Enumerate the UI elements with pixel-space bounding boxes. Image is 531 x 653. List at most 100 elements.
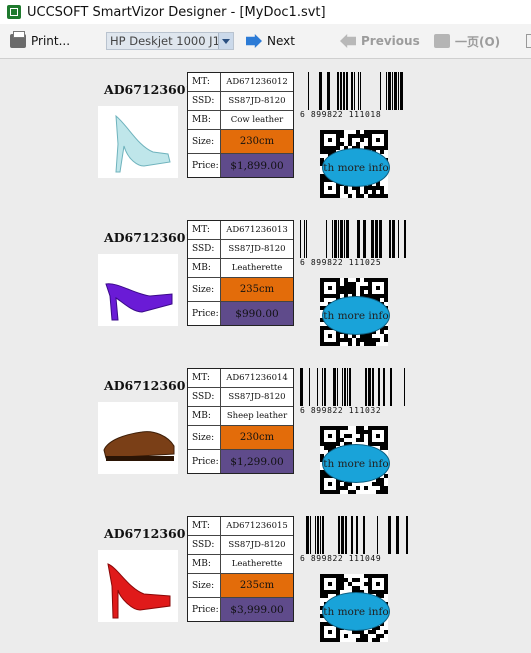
qr-module: [368, 574, 372, 578]
label-card[interactable]: AD671236014 MT: AD671236014 SSD: SS87JD-81…: [96, 362, 516, 502]
qr-module: [336, 186, 340, 190]
qr-module: [368, 426, 372, 430]
qr-module: [384, 142, 388, 146]
qr-module: [380, 486, 384, 490]
qr-module: [380, 634, 384, 638]
qr-module: [324, 574, 328, 578]
qr-info-bubble: th more info: [322, 444, 390, 483]
size-key: Size:: [188, 278, 221, 301]
qr-module: [320, 150, 324, 154]
qr-module: [384, 582, 388, 586]
qr-module: [368, 342, 372, 346]
qr-module: [372, 278, 376, 282]
qr-module: [324, 194, 328, 198]
size-value: 230cm: [221, 130, 293, 153]
printer-icon: [10, 31, 26, 48]
qr-module: [328, 186, 332, 190]
qr-module: [368, 630, 372, 634]
qr-module: [336, 490, 340, 494]
qr-module: [320, 626, 324, 630]
product-photo: [98, 402, 178, 474]
qr-module: [320, 286, 324, 290]
ssd-value: SS87JD-8120: [228, 244, 286, 254]
printer-select[interactable]: HP Deskjet 1000 J1: [106, 32, 234, 50]
previous-arrow-icon: [340, 34, 356, 48]
qr-module: [336, 134, 340, 138]
qr-module: [324, 446, 328, 450]
qr-module: [336, 486, 340, 490]
qr-module: [324, 294, 328, 298]
qr-module: [380, 442, 384, 446]
qr-module: [336, 578, 340, 582]
qr-module: [384, 146, 388, 150]
qr-module: [320, 430, 324, 434]
window-title: UCCSOFT SmartVizor Designer - [MyDoc1.sv…: [27, 4, 326, 20]
qr-module: [384, 334, 388, 338]
ssd-key: SSD:: [188, 536, 221, 554]
qr-module: [372, 130, 376, 134]
chevron-down-icon[interactable]: [218, 33, 233, 49]
qr-module: [356, 134, 360, 138]
qr-module: [376, 338, 380, 342]
price-key: Price:: [188, 450, 221, 473]
qr-module: [336, 142, 340, 146]
qr-module: [328, 194, 332, 198]
qr-module: [356, 278, 360, 282]
qr-module: [336, 290, 340, 294]
previous-button[interactable]: Previous: [340, 32, 420, 50]
price-value: $1,299.00: [221, 450, 293, 473]
qr-module: [328, 442, 332, 446]
qr-module: [380, 130, 384, 134]
qr-info-bubble: th more info: [322, 592, 390, 631]
product-photo: [98, 550, 178, 622]
qr-module: [364, 582, 368, 586]
qr-module: [380, 482, 384, 486]
ssd-value: SS87JD-8120: [228, 96, 286, 106]
qr-module: [320, 574, 324, 578]
ssd-value: SS87JD-8120: [228, 540, 286, 550]
qr-module: [340, 582, 344, 586]
qr-module: [336, 282, 340, 286]
mt-key: MT:: [188, 73, 221, 91]
qr-module: [364, 634, 368, 638]
mt-key: MT:: [188, 517, 221, 535]
qr-module: [348, 342, 352, 346]
qr-module: [372, 442, 376, 446]
qr-module: [380, 574, 384, 578]
qr-module: [328, 574, 332, 578]
print-button[interactable]: Print...: [10, 31, 70, 50]
qr-module: [332, 590, 336, 594]
qr-module: [364, 186, 368, 190]
page-button[interactable]: 一页(O): [434, 32, 500, 50]
qr-module: [340, 134, 344, 138]
qr-module: [324, 130, 328, 134]
label-card[interactable]: AD671236015 MT: AD671236015 SSD: SS87JD-81…: [96, 510, 516, 650]
qr-module: [368, 282, 372, 286]
qr-module: [332, 194, 336, 198]
qr-module: [368, 194, 372, 198]
qr-module: [376, 434, 380, 438]
qr-module: [384, 130, 388, 134]
qr-module: [336, 342, 340, 346]
next-button[interactable]: Next: [246, 32, 295, 50]
qr-module: [356, 578, 360, 582]
price-value: $1,899.00: [221, 154, 293, 177]
qr-module: [344, 290, 348, 294]
qr-module: [384, 278, 388, 282]
qr-module: [376, 590, 380, 594]
qr-info-bubble: th more info: [322, 296, 390, 335]
barcode-number: 6 899822 111025: [300, 258, 410, 267]
qr-module: [340, 578, 344, 582]
qr-module: [356, 426, 360, 430]
label-card[interactable]: AD671236012 MT: AD671236012 SSD: SS87JD-81…: [96, 66, 516, 206]
qr-module: [340, 586, 344, 590]
qr-module: [332, 294, 336, 298]
qr-module: [348, 582, 352, 586]
qr-module: [332, 490, 336, 494]
qr-module: [328, 490, 332, 494]
qr-module: [372, 482, 376, 486]
label-card[interactable]: AD671236013 MT: AD671236013 SSD: SS87JD-81…: [96, 214, 516, 354]
qr-module: [368, 578, 372, 582]
qr-module: [332, 426, 336, 430]
qr-module: [384, 474, 388, 478]
